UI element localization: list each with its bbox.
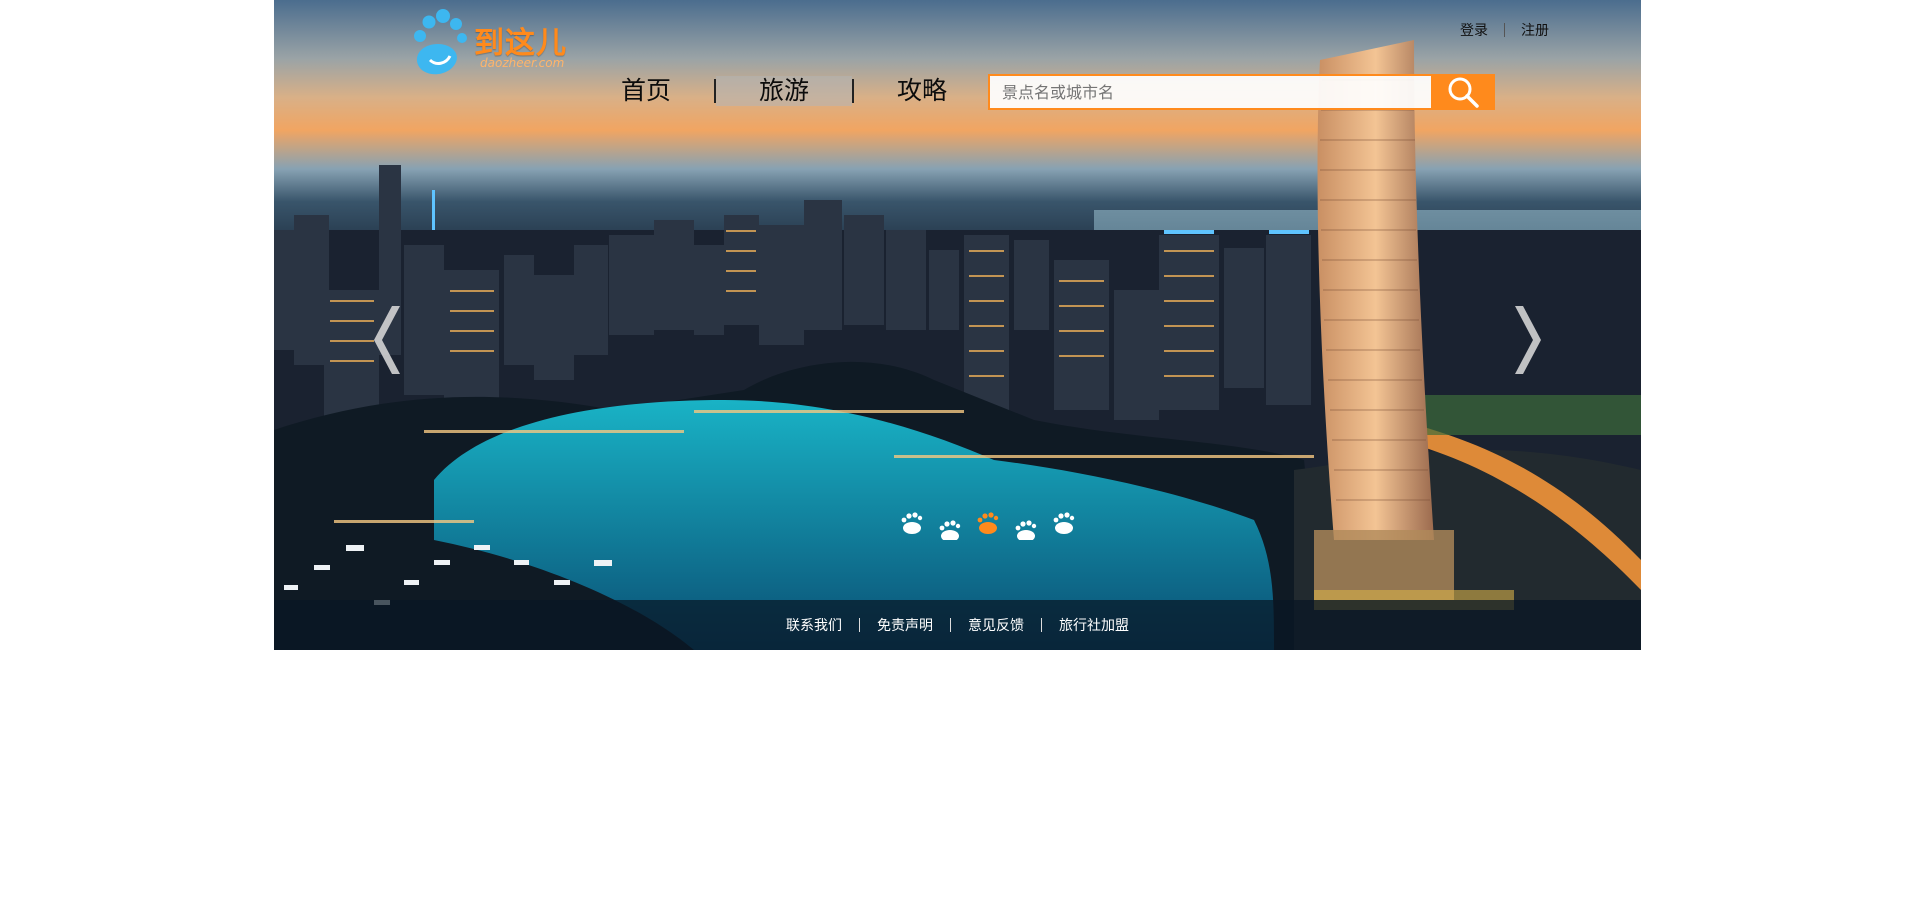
search-button[interactable] <box>1431 74 1495 110</box>
footprint-icon <box>1015 520 1037 542</box>
carousel-dot-2[interactable] <box>936 508 966 542</box>
hero-banner: 到这儿 daozheer.com 登录 注册 首页 旅游 攻略 景点名或城市名 … <box>274 0 1641 650</box>
footer-links-bar: 联系我们 免责声明 意见反馈 旅行社加盟 <box>274 600 1641 650</box>
chevron-left-icon <box>374 306 400 374</box>
footer-divider <box>950 618 951 632</box>
logo-domain: daozheer.com <box>480 56 565 70</box>
footer-divider <box>1041 618 1042 632</box>
carousel-dot-3[interactable] <box>974 508 1004 540</box>
carousel-next-button[interactable] <box>1503 298 1547 382</box>
login-link[interactable]: 登录 <box>1460 20 1488 40</box>
footer-link-feedback[interactable]: 意见反馈 <box>968 615 1024 635</box>
footer-divider <box>859 618 860 632</box>
main-nav: 首页 旅游 攻略 <box>578 76 990 106</box>
footer-link-disclaimer[interactable]: 免责声明 <box>877 615 933 635</box>
carousel-dot-1[interactable] <box>898 508 928 540</box>
nav-item-guides[interactable]: 攻略 <box>854 76 990 106</box>
register-link[interactable]: 注册 <box>1521 20 1549 40</box>
footprint-logo-icon <box>414 9 467 75</box>
search-bar <box>988 74 1495 110</box>
nav-item-home[interactable]: 首页 <box>578 76 714 106</box>
footprint-icon <box>977 512 999 534</box>
carousel-dot-5[interactable] <box>1050 508 1080 540</box>
carousel-prev-button[interactable] <box>368 298 412 382</box>
carousel-indicators <box>898 508 1080 542</box>
footprint-icon <box>901 512 923 534</box>
search-input[interactable] <box>988 74 1432 110</box>
nav-item-travel[interactable]: 旅游 <box>716 76 852 106</box>
site-logo[interactable]: 到这儿 daozheer.com <box>410 6 590 76</box>
footer-link-contact[interactable]: 联系我们 <box>786 615 842 635</box>
footprint-icon <box>939 520 961 542</box>
auth-divider <box>1504 23 1505 37</box>
auth-links: 登录 注册 <box>1460 20 1549 40</box>
search-icon <box>1448 77 1479 108</box>
footer-link-agency-join[interactable]: 旅行社加盟 <box>1059 615 1129 635</box>
footprint-icon <box>1053 512 1075 534</box>
chevron-right-icon <box>1515 306 1541 374</box>
carousel-dot-4[interactable] <box>1012 508 1042 542</box>
